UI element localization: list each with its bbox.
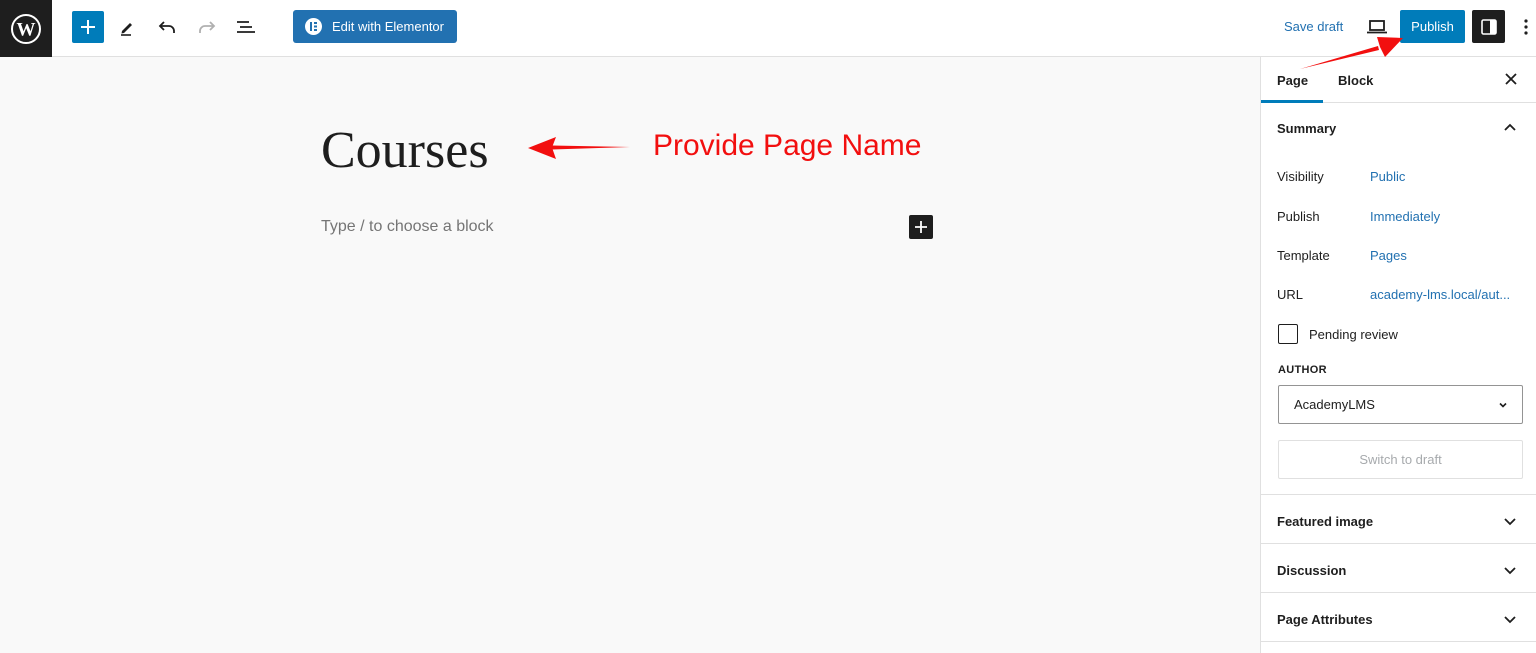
- edit-with-elementor-button[interactable]: Edit with Elementor: [293, 10, 457, 43]
- wordpress-icon: W: [11, 13, 41, 44]
- elementor-icon: [305, 18, 322, 35]
- page-attributes-panel-toggle[interactable]: Page Attributes: [1261, 593, 1536, 642]
- undo-button[interactable]: [153, 11, 181, 43]
- publish-button[interactable]: Publish: [1400, 10, 1465, 43]
- redo-button[interactable]: [193, 11, 221, 43]
- plus-icon: [915, 221, 927, 233]
- chevron-down-icon: [1504, 518, 1516, 526]
- tab-block[interactable]: Block: [1338, 73, 1373, 88]
- summary-title: Summary: [1277, 121, 1337, 136]
- author-label: AUTHOR: [1278, 364, 1327, 376]
- template-value[interactable]: Pages: [1370, 248, 1407, 263]
- close-sidebar-button[interactable]: [1501, 69, 1521, 89]
- featured-image-panel-toggle[interactable]: Featured image: [1261, 495, 1536, 544]
- pending-review-checkbox[interactable]: [1278, 324, 1298, 344]
- save-draft-button[interactable]: Save draft: [1284, 19, 1343, 34]
- svg-text:W: W: [17, 19, 36, 40]
- options-menu-button[interactable]: [1517, 13, 1535, 41]
- template-label: Template: [1277, 248, 1330, 263]
- page-attributes-title: Page Attributes: [1277, 612, 1373, 627]
- document-overview-button[interactable]: [232, 11, 260, 43]
- sidebar-icon: [1480, 18, 1497, 35]
- featured-image-title: Featured image: [1277, 514, 1374, 529]
- summary-panel-toggle[interactable]: Summary: [1261, 103, 1536, 155]
- visibility-label: Visibility: [1277, 169, 1324, 184]
- tab-page[interactable]: Page: [1277, 73, 1308, 88]
- chevron-down-icon: [1504, 616, 1516, 624]
- sidebar-tabs: Page Block: [1261, 57, 1536, 103]
- annotation-text: Provide Page Name: [653, 129, 922, 162]
- chevron-down-icon: [1499, 402, 1507, 408]
- editor-canvas: Courses Type / to choose a block Provide…: [0, 57, 1260, 653]
- visibility-value[interactable]: Public: [1370, 169, 1405, 184]
- author-value: AcademyLMS: [1294, 397, 1375, 412]
- switch-to-draft-button[interactable]: Switch to draft: [1278, 440, 1523, 479]
- close-icon: [1505, 73, 1517, 85]
- undo-icon: [158, 21, 175, 33]
- pending-review-label[interactable]: Pending review: [1309, 327, 1398, 342]
- author-select[interactable]: AcademyLMS: [1278, 385, 1523, 424]
- block-inserter-button[interactable]: [909, 215, 933, 239]
- tools-button[interactable]: [113, 11, 141, 43]
- elementor-button-label: Edit with Elementor: [332, 19, 444, 34]
- preview-button[interactable]: [1364, 13, 1390, 41]
- publish-label: Publish: [1277, 209, 1320, 224]
- publish-date-value[interactable]: Immediately: [1370, 209, 1440, 224]
- chevron-up-icon: [1504, 123, 1516, 131]
- page-title[interactable]: Courses: [321, 121, 489, 180]
- plus-icon: [81, 20, 95, 34]
- redo-icon: [199, 21, 216, 33]
- settings-toggle-button[interactable]: [1472, 10, 1505, 43]
- more-vertical-icon: [1524, 19, 1528, 35]
- chevron-down-icon: [1504, 567, 1516, 575]
- list-view-icon: [237, 21, 255, 33]
- url-value[interactable]: academy-lms.local/aut...: [1370, 287, 1510, 302]
- desktop-icon: [1367, 20, 1387, 34]
- url-label: URL: [1277, 287, 1304, 302]
- discussion-panel-toggle[interactable]: Discussion: [1261, 544, 1536, 593]
- pencil-icon: [121, 23, 132, 36]
- editor-toolbar: W Edit with Elementor Save draft Publish: [0, 0, 1536, 57]
- settings-sidebar: Page Block Summary Visibility Public Pub…: [1260, 57, 1536, 653]
- add-block-button[interactable]: [72, 11, 104, 43]
- discussion-title: Discussion: [1277, 563, 1347, 578]
- wordpress-logo-button[interactable]: W: [0, 0, 52, 57]
- block-placeholder[interactable]: Type / to choose a block: [321, 218, 494, 236]
